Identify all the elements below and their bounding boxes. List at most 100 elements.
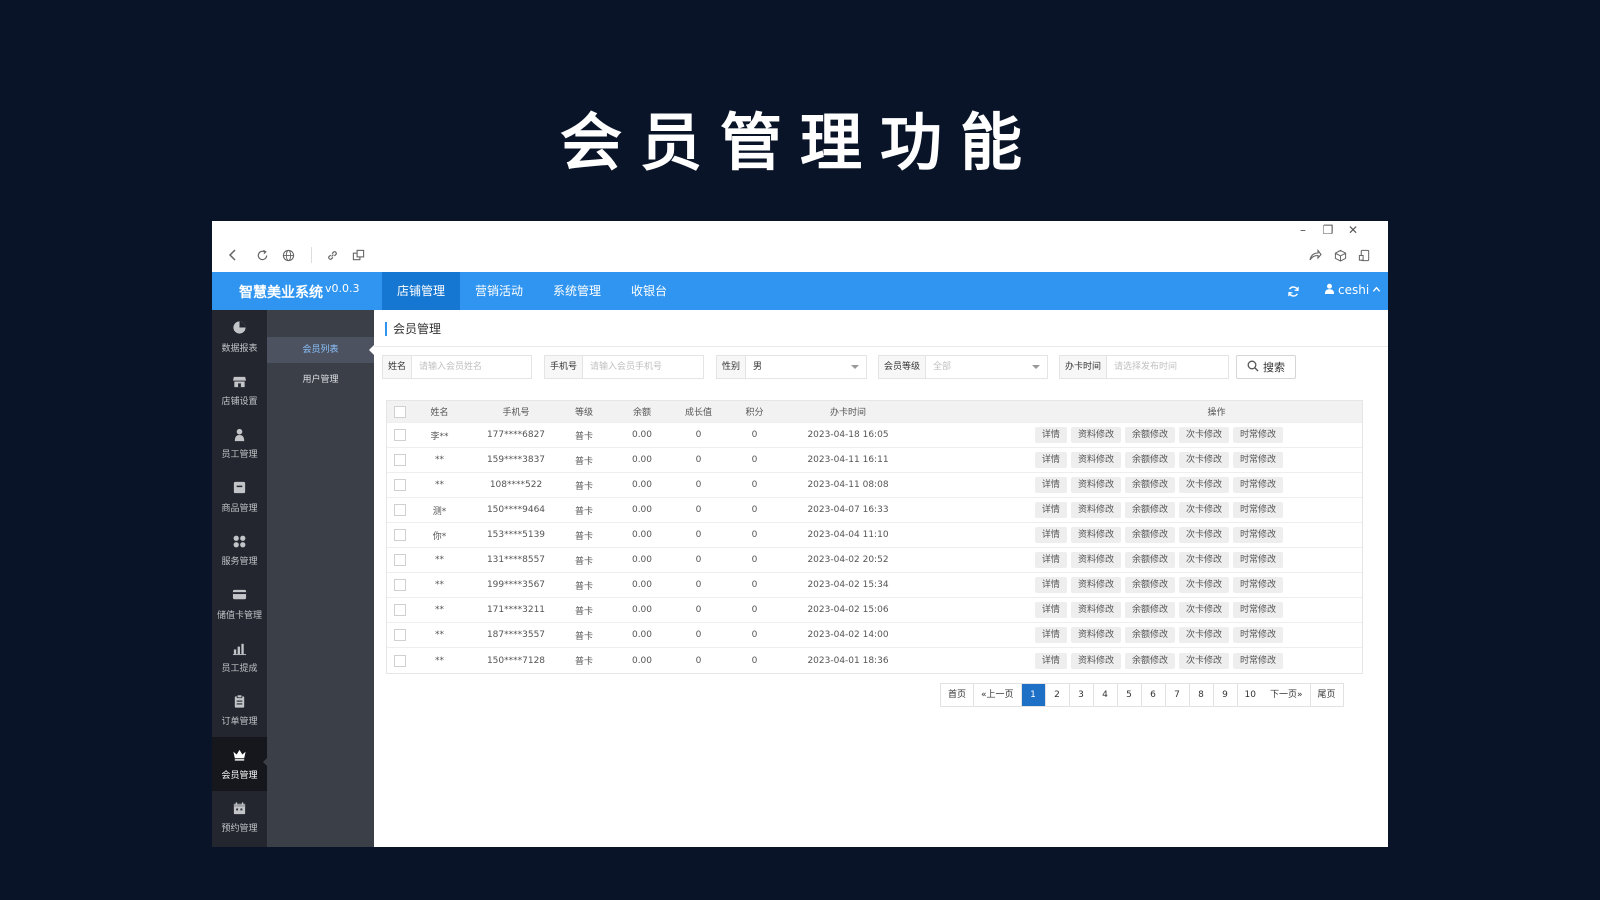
edit-count-card-button[interactable]: 次卡修改 bbox=[1178, 452, 1229, 468]
first-page-button[interactable]: 首页 bbox=[941, 684, 975, 706]
edit-profile-button[interactable]: 资料修改 bbox=[1070, 527, 1121, 543]
row-checkbox[interactable] bbox=[387, 454, 412, 466]
search-button[interactable]: 搜索 bbox=[1236, 355, 1296, 379]
edit-profile-button[interactable]: 资料修改 bbox=[1070, 627, 1121, 643]
sidebar-item-reports[interactable]: 数据报表 bbox=[212, 310, 267, 363]
edit-count-card-button[interactable]: 次卡修改 bbox=[1178, 602, 1229, 618]
edit-profile-button[interactable]: 资料修改 bbox=[1070, 552, 1121, 568]
row-checkbox[interactable] bbox=[387, 529, 412, 541]
nav-cashier[interactable]: 收银台 bbox=[616, 272, 682, 310]
sidebar-item-products[interactable]: 商品管理 bbox=[212, 470, 267, 523]
edit-count-card-button[interactable]: 次卡修改 bbox=[1178, 652, 1229, 669]
sidebar-item-members[interactable]: 会员管理 bbox=[212, 737, 268, 791]
row-checkbox[interactable] bbox=[387, 604, 412, 616]
detail-button[interactable]: 详情 bbox=[1034, 477, 1067, 493]
edit-time-button[interactable]: 时常修改 bbox=[1232, 527, 1283, 543]
row-checkbox[interactable] bbox=[387, 554, 412, 566]
edit-balance-button[interactable]: 余额修改 bbox=[1124, 502, 1175, 518]
edit-profile-button[interactable]: 资料修改 bbox=[1070, 427, 1121, 443]
edit-balance-button[interactable]: 余额修改 bbox=[1124, 452, 1175, 468]
edit-profile-button[interactable]: 资料修改 bbox=[1070, 652, 1121, 669]
edit-balance-button[interactable]: 余额修改 bbox=[1124, 652, 1175, 669]
edit-time-button[interactable]: 时常修改 bbox=[1232, 652, 1283, 669]
edit-count-card-button[interactable]: 次卡修改 bbox=[1178, 427, 1229, 443]
gender-select[interactable]: 男 bbox=[746, 356, 866, 378]
share-icon[interactable] bbox=[1307, 247, 1323, 263]
subnav-member-list[interactable]: 会员列表 bbox=[267, 337, 374, 363]
date-input[interactable]: 请选择发布时间 bbox=[1107, 356, 1228, 378]
sidebar-item-orders[interactable]: 订单管理 bbox=[212, 684, 267, 737]
detail-button[interactable]: 详情 bbox=[1034, 627, 1067, 643]
row-checkbox[interactable] bbox=[387, 579, 412, 591]
detail-button[interactable]: 详情 bbox=[1034, 652, 1067, 669]
row-checkbox[interactable] bbox=[387, 654, 412, 667]
edit-profile-button[interactable]: 资料修改 bbox=[1070, 602, 1121, 618]
row-checkbox[interactable] bbox=[387, 629, 412, 641]
detail-button[interactable]: 详情 bbox=[1034, 427, 1067, 443]
page-button[interactable]: 4 bbox=[1094, 684, 1118, 706]
page-button[interactable]: 9 bbox=[1214, 684, 1238, 706]
page-button[interactable]: 7 bbox=[1166, 684, 1190, 706]
next-page-button[interactable]: 下一页» bbox=[1263, 684, 1311, 706]
level-select[interactable]: 全部 bbox=[926, 356, 1047, 378]
edit-time-button[interactable]: 时常修改 bbox=[1232, 602, 1283, 618]
edit-time-button[interactable]: 时常修改 bbox=[1232, 502, 1283, 518]
restore-button[interactable]: ❐ bbox=[1318, 223, 1338, 237]
detail-button[interactable]: 详情 bbox=[1034, 552, 1067, 568]
user-menu[interactable]: ceshi bbox=[1324, 283, 1381, 297]
edit-count-card-button[interactable]: 次卡修改 bbox=[1178, 477, 1229, 493]
edit-profile-button[interactable]: 资料修改 bbox=[1070, 577, 1121, 593]
page-button[interactable]: 10 bbox=[1238, 684, 1263, 706]
page-button[interactable]: 3 bbox=[1070, 684, 1094, 706]
select-all-checkbox[interactable] bbox=[387, 405, 412, 418]
link-icon[interactable] bbox=[324, 247, 340, 263]
nav-marketing[interactable]: 营销活动 bbox=[460, 272, 538, 310]
sidebar-item-appointments[interactable]: 预约管理 bbox=[212, 791, 267, 844]
refresh-icon[interactable] bbox=[1284, 282, 1302, 300]
detail-button[interactable]: 详情 bbox=[1034, 577, 1067, 593]
row-checkbox[interactable] bbox=[387, 479, 412, 491]
edit-profile-button[interactable]: 资料修改 bbox=[1070, 502, 1121, 518]
edit-time-button[interactable]: 时常修改 bbox=[1232, 477, 1283, 493]
detail-button[interactable]: 详情 bbox=[1034, 452, 1067, 468]
page-button[interactable]: 5 bbox=[1118, 684, 1142, 706]
page-button[interactable]: 6 bbox=[1142, 684, 1166, 706]
edit-balance-button[interactable]: 余额修改 bbox=[1124, 577, 1175, 593]
prev-page-button[interactable]: «上一页 bbox=[974, 684, 1022, 706]
row-checkbox[interactable] bbox=[387, 429, 412, 441]
edit-balance-button[interactable]: 余额修改 bbox=[1124, 602, 1175, 618]
detail-button[interactable]: 详情 bbox=[1034, 527, 1067, 543]
subnav-user-management[interactable]: 用户管理 bbox=[267, 367, 374, 393]
sidebar-item-staff-commission[interactable]: 员工提成 bbox=[212, 630, 267, 683]
edit-balance-button[interactable]: 余额修改 bbox=[1124, 627, 1175, 643]
edit-count-card-button[interactable]: 次卡修改 bbox=[1178, 627, 1229, 643]
minimize-button[interactable]: – bbox=[1293, 223, 1313, 237]
edit-balance-button[interactable]: 余额修改 bbox=[1124, 477, 1175, 493]
edit-time-button[interactable]: 时常修改 bbox=[1232, 427, 1283, 443]
edit-profile-button[interactable]: 资料修改 bbox=[1070, 477, 1121, 493]
page-button[interactable]: 1 bbox=[1021, 684, 1046, 706]
close-button[interactable]: ✕ bbox=[1343, 223, 1363, 237]
page-button[interactable]: 8 bbox=[1190, 684, 1214, 706]
edit-balance-button[interactable]: 余额修改 bbox=[1124, 427, 1175, 443]
edit-time-button[interactable]: 时常修改 bbox=[1232, 627, 1283, 643]
extension-icon[interactable] bbox=[1356, 247, 1372, 263]
edit-profile-button[interactable]: 资料修改 bbox=[1070, 452, 1121, 468]
page-button[interactable]: 2 bbox=[1046, 684, 1070, 706]
back-icon[interactable] bbox=[225, 247, 241, 263]
sidebar-item-stored-value-card[interactable]: 储值卡管理 bbox=[212, 577, 267, 630]
copy-link-icon[interactable] bbox=[350, 247, 366, 263]
edit-time-button[interactable]: 时常修改 bbox=[1232, 452, 1283, 468]
sidebar-item-store-settings[interactable]: 店铺设置 bbox=[212, 363, 267, 416]
edit-time-button[interactable]: 时常修改 bbox=[1232, 577, 1283, 593]
detail-button[interactable]: 详情 bbox=[1034, 602, 1067, 618]
name-input[interactable]: 请输入会员姓名 bbox=[412, 356, 531, 378]
edit-count-card-button[interactable]: 次卡修改 bbox=[1178, 527, 1229, 543]
reload-icon[interactable] bbox=[254, 247, 270, 263]
row-checkbox[interactable] bbox=[387, 504, 412, 516]
cube-icon[interactable] bbox=[1332, 247, 1348, 263]
phone-input[interactable]: 请输入会员手机号 bbox=[583, 356, 703, 378]
edit-time-button[interactable]: 时常修改 bbox=[1232, 552, 1283, 568]
sidebar-item-staff[interactable]: 员工管理 bbox=[212, 417, 267, 470]
last-page-button[interactable]: 尾页 bbox=[1311, 684, 1343, 706]
